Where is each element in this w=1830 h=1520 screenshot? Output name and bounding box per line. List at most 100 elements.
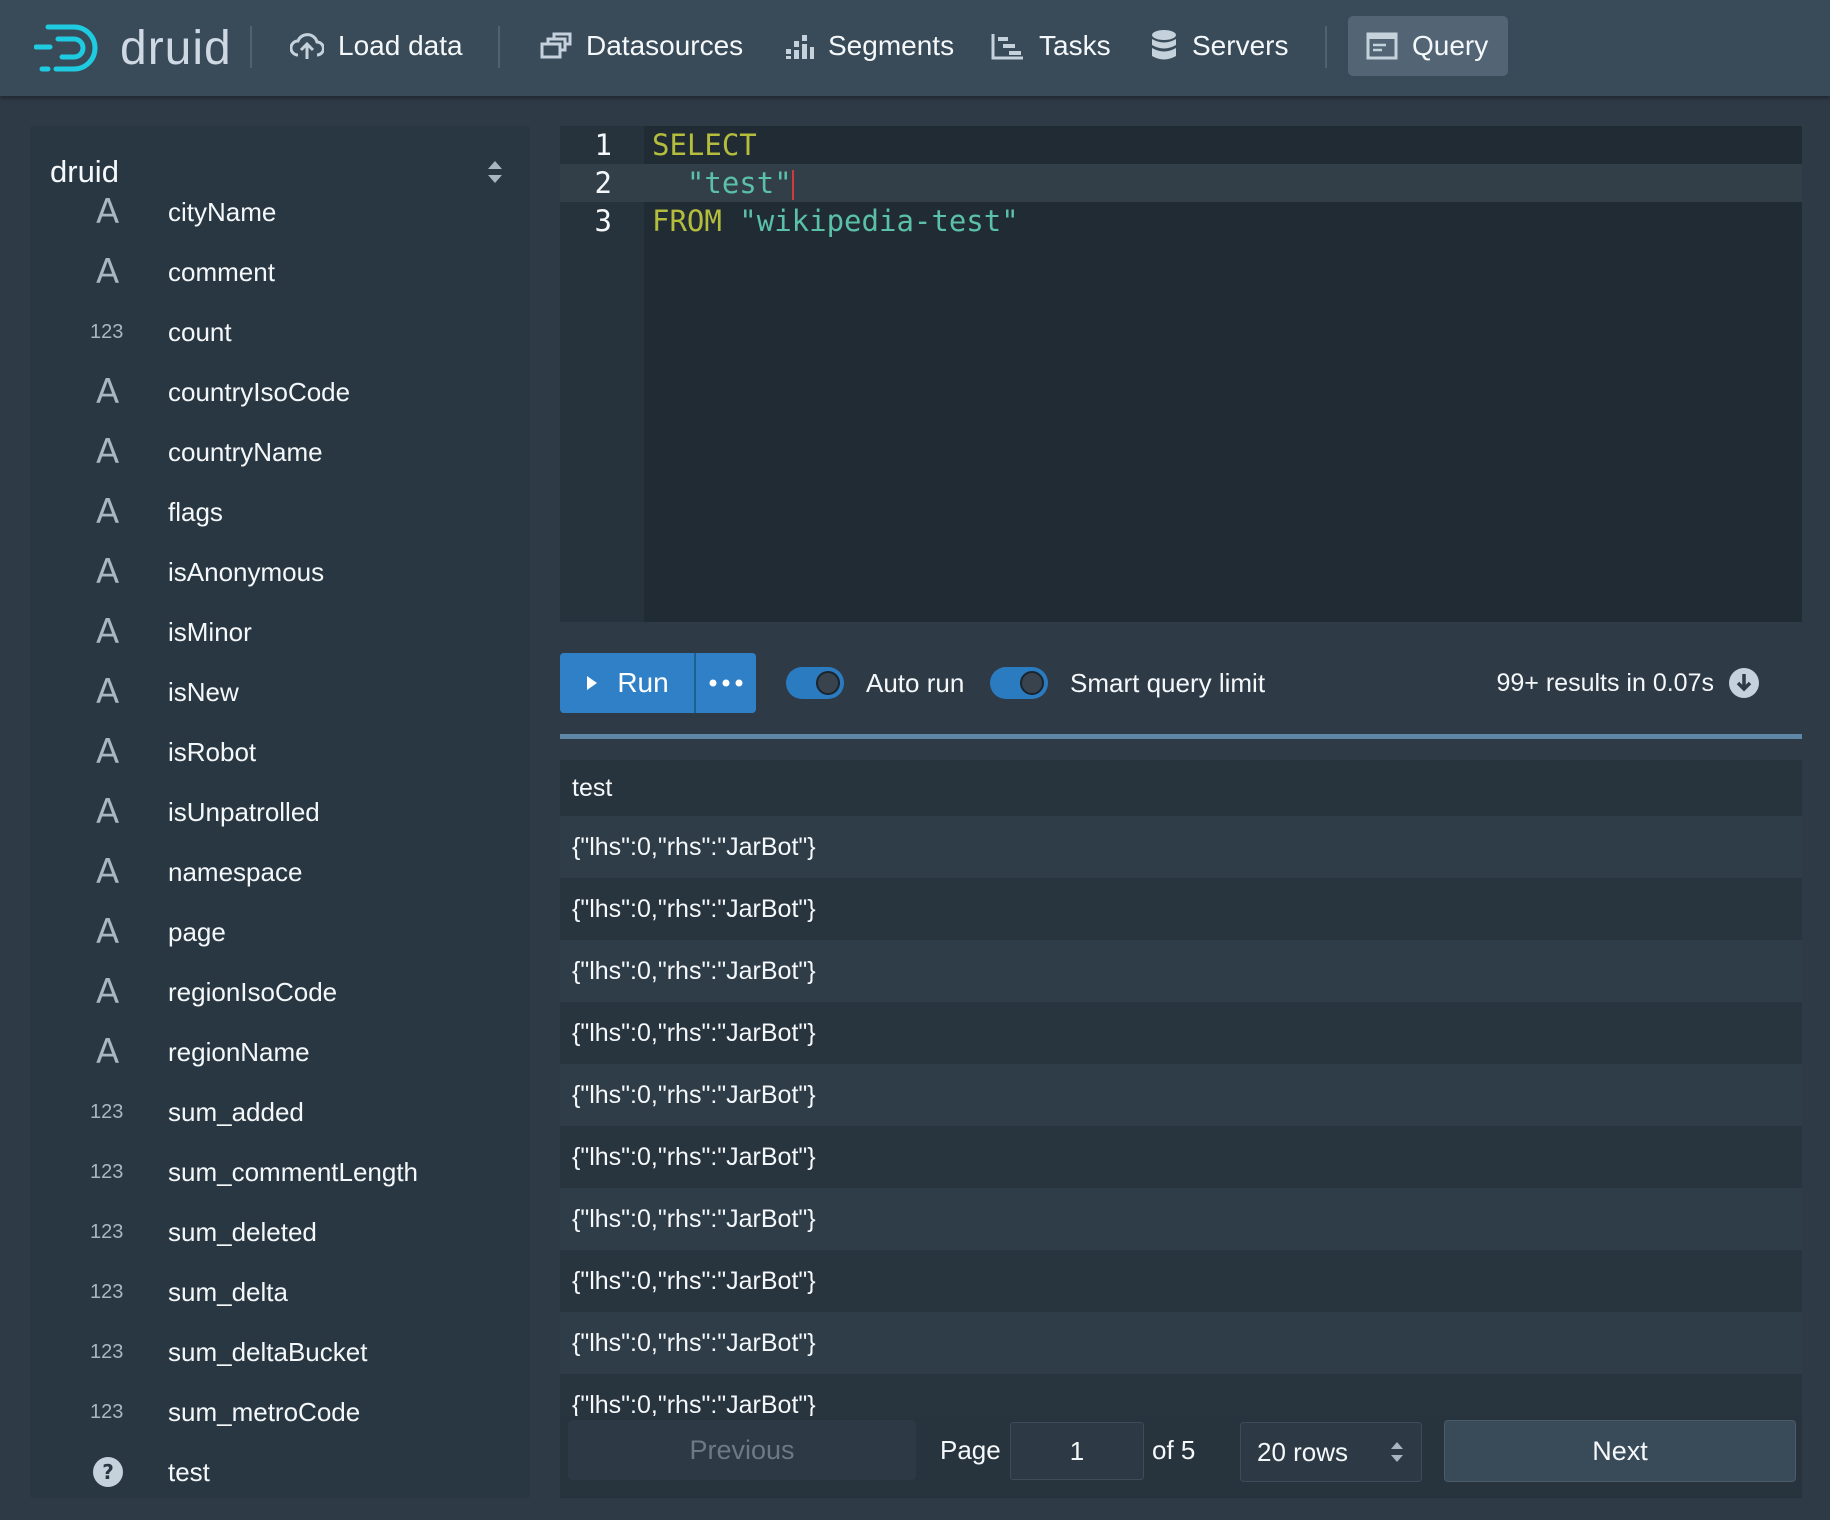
previous-button[interactable]: Previous [568, 1420, 916, 1480]
column-name: namespace [168, 856, 303, 887]
column-item[interactable]: 123 sum_added [30, 1082, 530, 1142]
column-item[interactable]: ? test [30, 1442, 530, 1498]
column-item[interactable]: AisNew [30, 662, 530, 722]
nav-label: Servers [1192, 30, 1289, 61]
column-item[interactable]: AisAnonymous [30, 542, 530, 602]
app-name: druid [120, 21, 232, 75]
nav-query[interactable]: Query [1348, 16, 1508, 76]
gantt-chart-icon [991, 34, 1023, 60]
string-type-icon: A [96, 492, 120, 532]
sql-literal: "wikipedia-test" [721, 204, 1019, 238]
line-number: 1 [594, 128, 612, 162]
smart-query-limit-toggle[interactable]: Smart query limit [990, 653, 1265, 713]
column-header-test[interactable]: test [560, 760, 1802, 816]
next-button[interactable]: Next [1444, 1420, 1796, 1482]
editor-results-divider[interactable] [560, 734, 1802, 739]
table-row[interactable]: {"lhs":0,"rhs":"JarBot"} [560, 1312, 1802, 1374]
column-name: isAnonymous [168, 556, 325, 587]
run-button[interactable]: Run [560, 653, 694, 713]
column-name: test [168, 1456, 210, 1487]
column-name: isUnpatrolled [168, 796, 320, 827]
results-summary: 99+ results in 0.07s [1497, 653, 1761, 713]
table-row[interactable]: {"lhs":0,"rhs":"JarBot"} [560, 1064, 1802, 1126]
numeric-type-icon: 123 [90, 1400, 124, 1423]
stacked-chart-icon [786, 35, 814, 59]
rows-per-page-select[interactable]: 20 rows [1240, 1422, 1422, 1482]
string-type-icon: A [96, 672, 120, 712]
auto-run-label: Auto run [866, 667, 965, 698]
druid-logo[interactable]: druid [34, 18, 232, 78]
table-row[interactable]: {"lhs":0,"rhs":"JarBot"} [560, 1250, 1802, 1312]
column-list: AcityName Acomment 123 count AcountryIsoCode… [30, 182, 530, 1498]
column-item[interactable]: AcountryName [30, 422, 530, 482]
nav-segments[interactable]: Segments [766, 16, 972, 76]
column-item[interactable]: 123 count [30, 302, 530, 362]
column-item[interactable]: Acomment [30, 242, 530, 302]
column-item[interactable]: Apage [30, 902, 530, 962]
nav-load-data[interactable]: Load data [272, 16, 481, 76]
nav-divider [250, 26, 252, 68]
column-item[interactable]: 123 sum_delta [30, 1262, 530, 1322]
column-name: isNew [168, 676, 239, 707]
nav-datasources[interactable]: Datasources [522, 16, 761, 76]
numeric-type-icon: 123 [90, 1160, 124, 1183]
column-item[interactable]: AcityName [30, 182, 530, 242]
page-label: Page [940, 1434, 1001, 1465]
nav-divider [498, 26, 500, 68]
column-name: cityName [168, 196, 277, 227]
download-icon[interactable] [1728, 667, 1760, 699]
table-row[interactable]: {"lhs":0,"rhs":"JarBot"} [560, 1126, 1802, 1188]
column-item[interactable]: 123 sum_commentLength [30, 1142, 530, 1202]
table-row[interactable]: {"lhs":0,"rhs":"JarBot"} [560, 940, 1802, 1002]
column-name: sum_added [168, 1096, 304, 1127]
nav-label: Datasources [586, 30, 744, 61]
numeric-type-icon: 123 [90, 1100, 124, 1123]
nav-tasks[interactable]: Tasks [973, 16, 1129, 76]
smart-query-limit-label: Smart query limit [1070, 667, 1266, 698]
column-name: flags [168, 496, 223, 527]
results-rows: {"lhs":0,"rhs":"JarBot"} {"lhs":0,"rhs":"… [560, 816, 1802, 1436]
column-item[interactable]: AregionIsoCode [30, 962, 530, 1022]
druid-logo-icon [34, 24, 98, 72]
column-item[interactable]: Aflags [30, 482, 530, 542]
column-item[interactable]: AisMinor [30, 602, 530, 662]
more-options-button[interactable] [694, 653, 756, 713]
column-name: sum_deltaBucket [168, 1336, 368, 1367]
table-row[interactable]: {"lhs":0,"rhs":"JarBot"} [560, 1002, 1802, 1064]
column-item[interactable]: 123 sum_deleted [30, 1202, 530, 1262]
top-navbar: druid Load data Datasources Segments Tas… [0, 0, 1830, 96]
nav-divider [1325, 26, 1327, 68]
smart-query-limit-switch[interactable] [990, 667, 1048, 699]
nav-servers[interactable]: Servers [1132, 16, 1306, 76]
page-count-label: of 5 [1152, 1434, 1196, 1465]
auto-run-switch[interactable] [786, 667, 844, 699]
numeric-type-icon: 123 [90, 1340, 124, 1363]
column-item[interactable]: AregionName [30, 1022, 530, 1082]
column-item[interactable]: AcountryIsoCode [30, 362, 530, 422]
column-name: regionIsoCode [168, 976, 338, 1007]
table-row[interactable]: {"lhs":0,"rhs":"JarBot"} [560, 816, 1802, 878]
column-item[interactable]: AisRobot [30, 722, 530, 782]
column-item[interactable]: AisUnpatrolled [30, 782, 530, 842]
column-item[interactable]: Anamespace [30, 842, 530, 902]
page-number-input[interactable] [1010, 1422, 1144, 1480]
sql-literal: "test" [686, 166, 792, 200]
table-row[interactable]: {"lhs":0,"rhs":"JarBot"} [560, 878, 1802, 940]
run-button-group: Run [560, 653, 756, 713]
column-name: isMinor [168, 616, 252, 647]
svg-text:?: ? [102, 1460, 114, 1484]
sql-editor[interactable]: 1 SELECT 2 "test" 3 FROM "wikipedia-test… [560, 126, 1802, 622]
auto-run-toggle[interactable]: Auto run [786, 653, 964, 713]
rows-per-page-value: 20 rows [1257, 1436, 1349, 1467]
column-item[interactable]: 123 sum_deltaBucket [30, 1322, 530, 1382]
column-name: comment [168, 256, 275, 287]
line-number: 3 [594, 204, 612, 238]
string-type-icon: A [96, 612, 120, 652]
column-name: regionName [168, 1036, 310, 1067]
column-name: sum_metroCode [168, 1396, 361, 1427]
multi-select-icon [540, 32, 572, 59]
pagination-bar: Previous Page of 5 20 rows Next [560, 1416, 1802, 1496]
string-type-icon: A [96, 972, 120, 1012]
column-item[interactable]: 123 sum_metroCode [30, 1382, 530, 1442]
table-row[interactable]: {"lhs":0,"rhs":"JarBot"} [560, 1188, 1802, 1250]
